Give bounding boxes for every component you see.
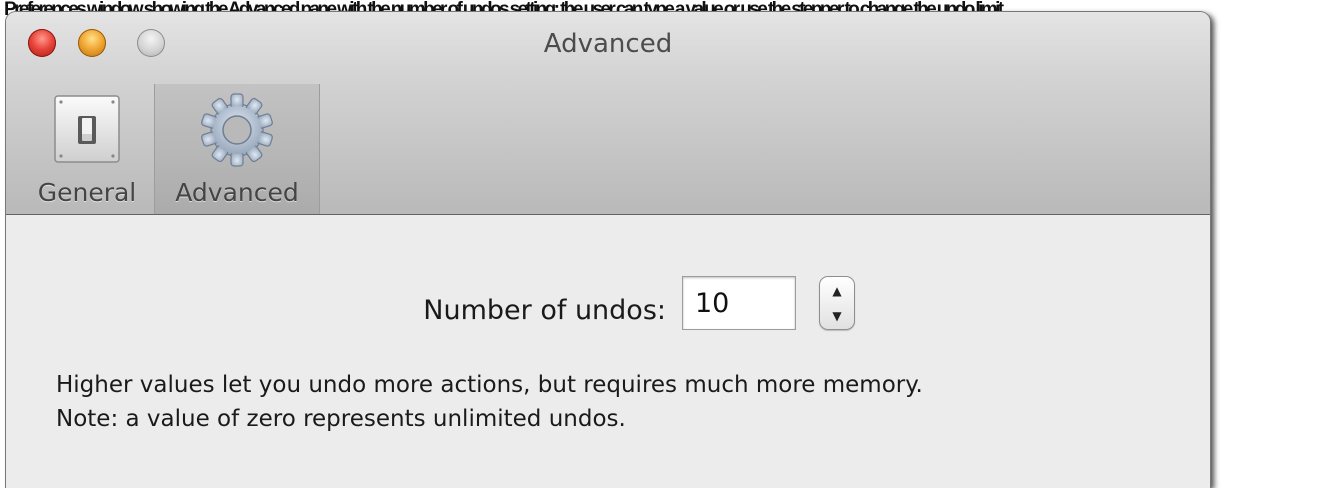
help-line-2: Note: a value of zero represents unlimit… [56,406,626,432]
undos-label: Number of undos: [423,295,666,326]
preferences-window: Advanced General Advanced Number of undo… [6,12,1210,488]
tab-advanced-label: Advanced [175,178,299,207]
stepper-down-arrow-icon[interactable]: ▼ [820,303,854,329]
undos-input[interactable] [682,276,796,330]
help-text: Higher values let you undo more actions,… [56,368,1196,436]
stepper-up-arrow-icon[interactable]: ▲ [820,278,854,304]
tab-general[interactable]: General [22,84,152,214]
tab-advanced[interactable]: Advanced [154,84,320,214]
gear-icon [201,93,273,167]
undos-stepper[interactable]: ▲ ▼ [819,276,855,330]
help-line-1: Higher values let you undo more actions,… [56,372,923,398]
window-toolbar: Advanced General Advanced [6,12,1210,215]
tab-general-label: General [37,178,137,207]
switch-icon [54,95,120,163]
window-title: Advanced [543,29,673,59]
